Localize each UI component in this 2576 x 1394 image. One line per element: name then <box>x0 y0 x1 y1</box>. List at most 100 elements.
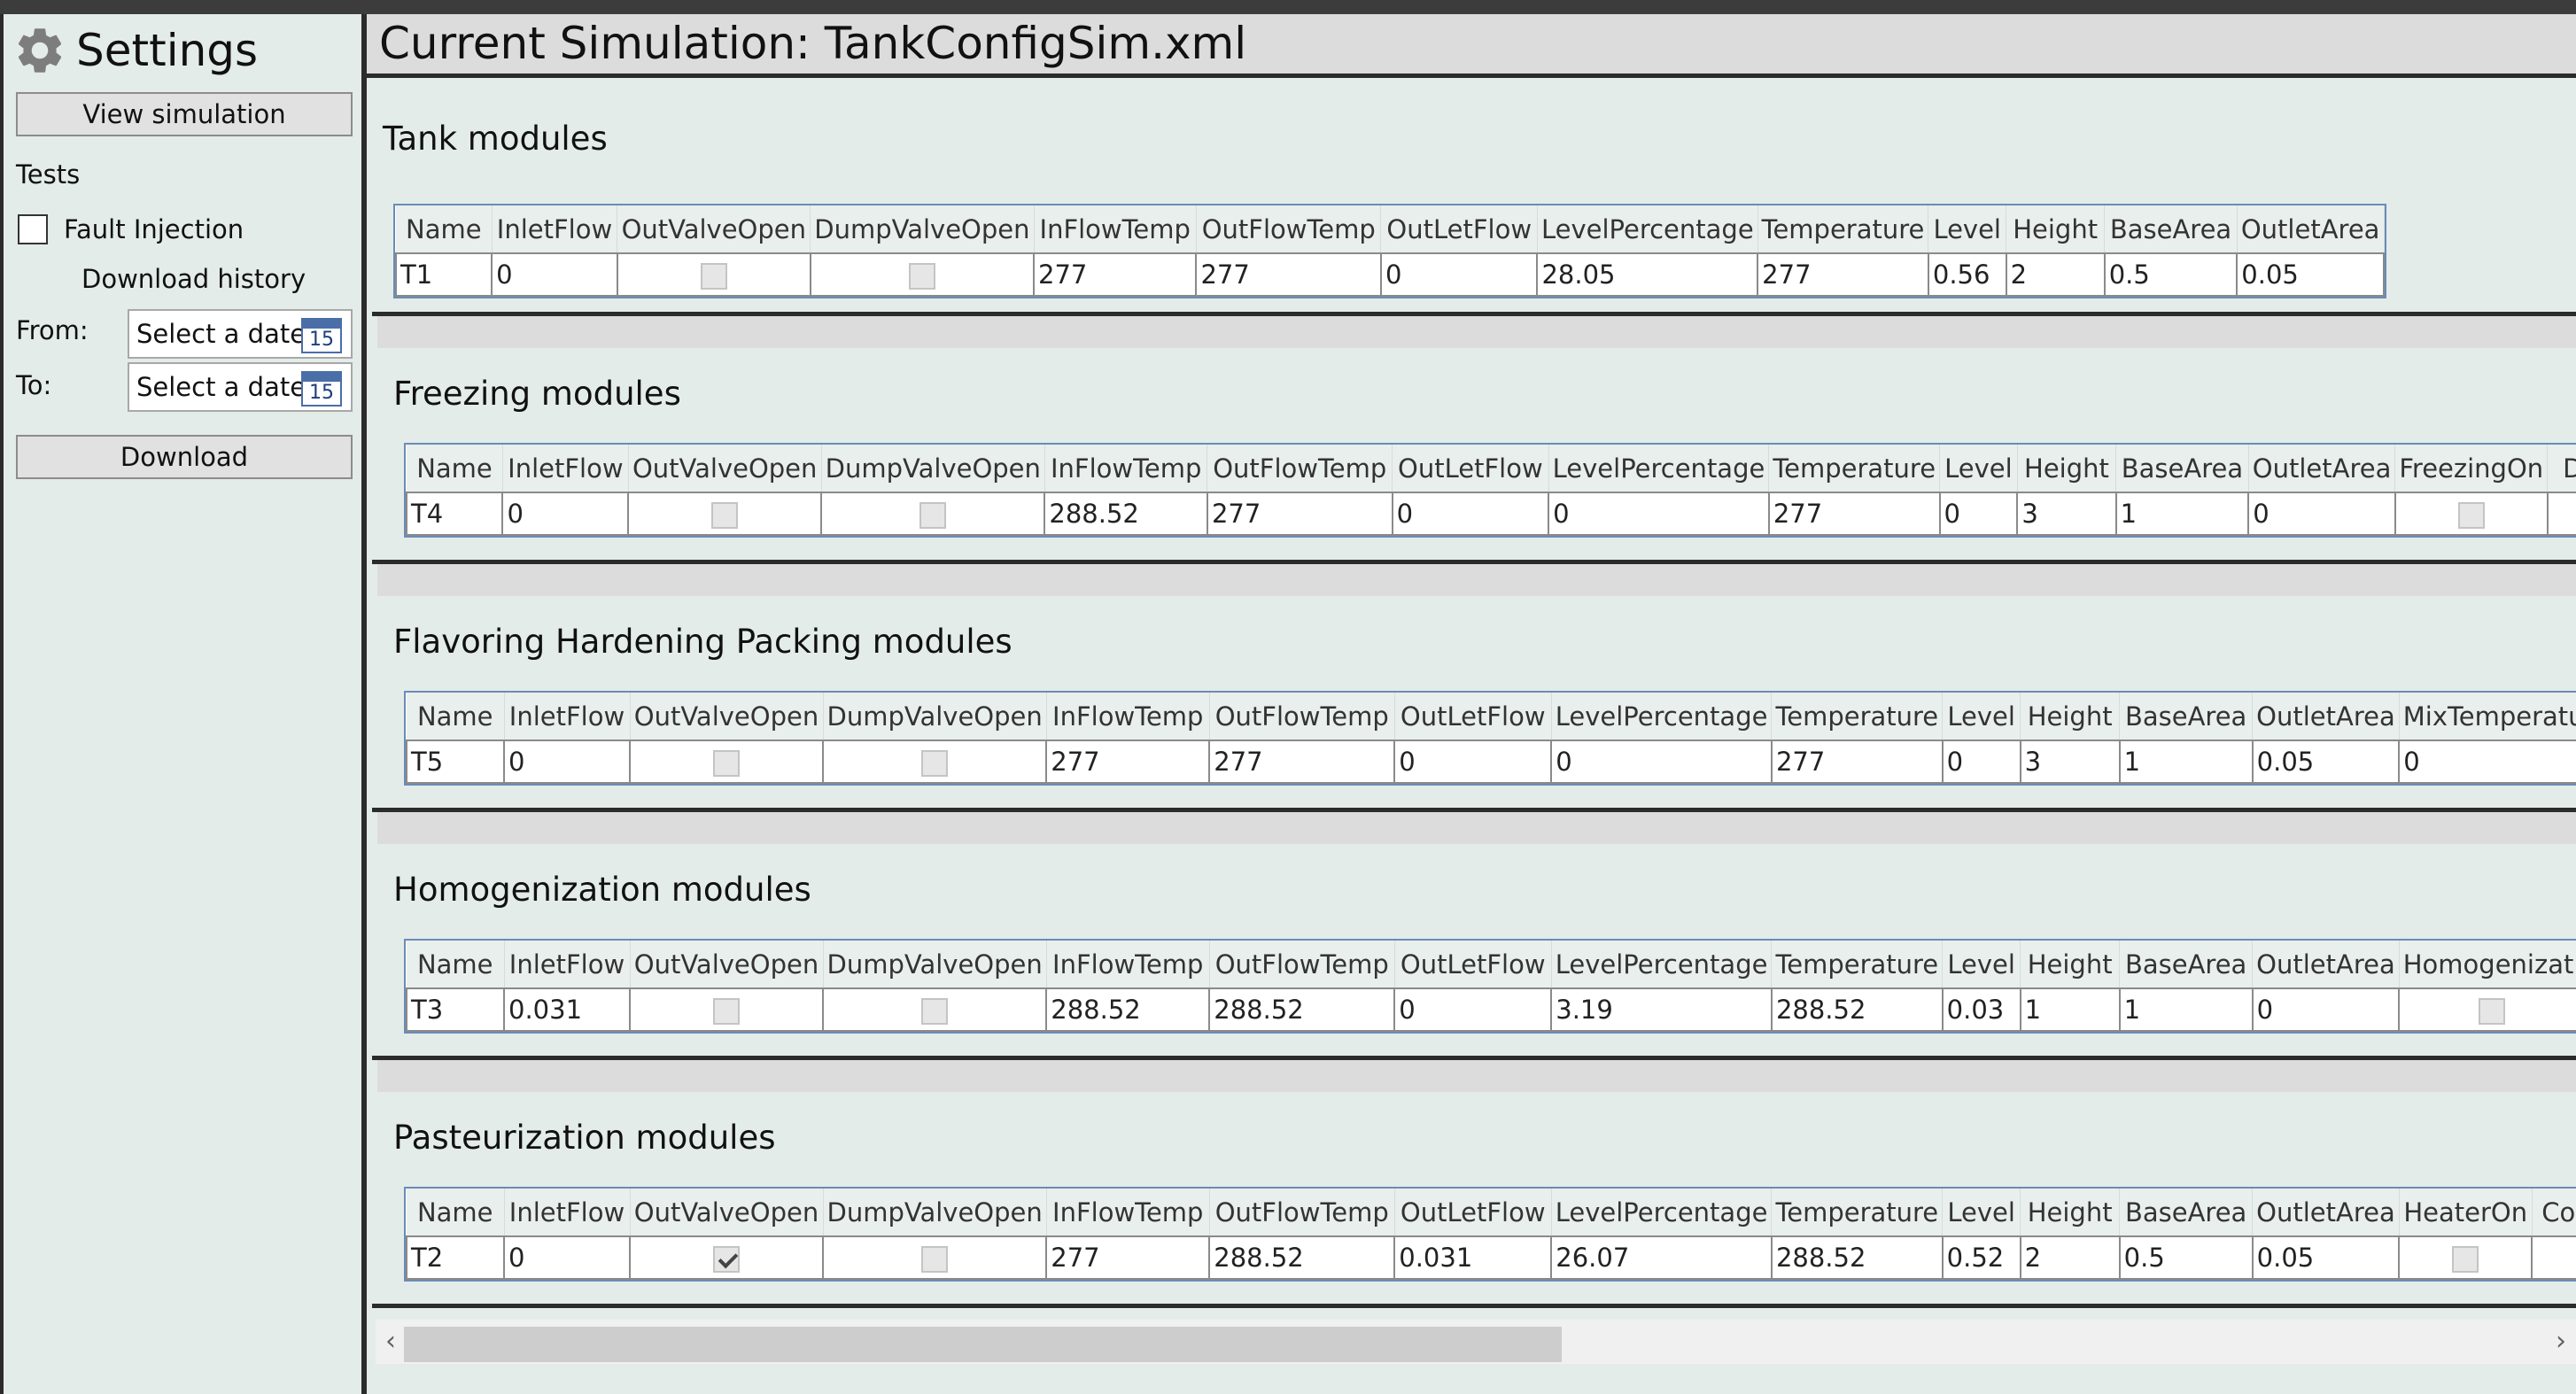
column-header[interactable]: OutLetFlow <box>1394 693 1552 740</box>
column-header[interactable]: OutletArea <box>2252 941 2400 988</box>
table-cell[interactable] <box>821 740 1048 784</box>
column-header[interactable]: OutValveOpen <box>630 693 824 740</box>
table-cell[interactable] <box>627 492 823 536</box>
table-row[interactable]: T2 0 277 288.52 0.031 26.07 288.52 0.52 2 0.5 0.05 <box>406 1235 2576 1280</box>
fault-injection-checkbox[interactable] <box>18 214 48 244</box>
column-header[interactable]: LevelPercentage <box>1548 445 1770 492</box>
column-header[interactable]: FreezingOn <box>2394 445 2549 492</box>
cell-checkbox[interactable] <box>921 998 949 1025</box>
column-header[interactable]: Level <box>1928 205 2007 253</box>
column-header[interactable]: LevelPercentage <box>1551 1189 1773 1236</box>
to-date-text[interactable]: Select a date <box>136 372 306 402</box>
flavoring-modules-grid[interactable]: Name InletFlow OutValveOpen DumpValveOpen In… <box>404 691 2576 786</box>
table-cell[interactable]: 3.19 <box>1550 987 1773 1032</box>
table-cell[interactable] <box>2398 987 2576 1032</box>
table-cell[interactable] <box>2398 1235 2533 1280</box>
column-header[interactable]: DumpValveOpen <box>823 941 1047 988</box>
column-header[interactable]: OutLetFlow <box>1380 205 1538 253</box>
column-header[interactable]: InletFlow <box>504 693 631 740</box>
column-header[interactable]: LevelPercentage <box>1551 693 1773 740</box>
table-cell[interactable]: 0.03 <box>1941 987 2021 1032</box>
table-cell[interactable]: 277 <box>1045 1235 1211 1280</box>
column-header[interactable]: Temperature <box>1771 941 1944 988</box>
column-header[interactable]: InFlowTemp <box>1046 693 1210 740</box>
column-header[interactable]: OutLetFlow <box>1392 445 1549 492</box>
column-header[interactable]: LevelPercentage <box>1551 941 1773 988</box>
column-header[interactable]: InletFlow <box>504 1189 631 1236</box>
table-cell[interactable]: 3 <box>2019 740 2121 784</box>
table-cell[interactable]: 0 <box>1548 492 1770 536</box>
table-cell[interactable]: 277 <box>1767 492 1941 536</box>
tank-modules-grid[interactable]: Name InletFlow OutValveOpen DumpValveOpen In… <box>393 204 2386 298</box>
column-header[interactable]: OutletArea <box>2252 693 2400 740</box>
column-header[interactable]: OutValveOpen <box>630 1189 824 1236</box>
column-header[interactable]: Level <box>1942 941 2021 988</box>
cell-checkbox[interactable] <box>713 1246 740 1273</box>
table-cell[interactable]: 288.52 <box>1770 1235 1944 1280</box>
table-cell[interactable] <box>820 492 1046 536</box>
column-header[interactable]: Height <box>2020 693 2121 740</box>
table-cell[interactable]: 0 <box>503 1235 631 1280</box>
table-cell[interactable]: 0 <box>491 252 618 297</box>
column-header[interactable]: InletFlow <box>504 941 631 988</box>
column-header[interactable]: InletFlow <box>492 205 618 253</box>
column-header[interactable]: Name <box>396 205 493 253</box>
freezing-modules-grid[interactable]: Name InletFlow OutValveOpen DumpValveOpen In… <box>404 443 2576 538</box>
to-date-picker[interactable]: Select a date 15 <box>128 362 353 412</box>
column-header[interactable]: Name <box>407 445 503 492</box>
column-header[interactable]: Temperature <box>1771 693 1944 740</box>
column-header[interactable]: BaseArea <box>2115 445 2249 492</box>
table-cell[interactable] <box>629 1235 824 1280</box>
table-cell[interactable]: 0.031 <box>1393 1235 1553 1280</box>
cell-checkbox[interactable] <box>713 998 740 1025</box>
table-cell[interactable]: 288.52 <box>1208 987 1396 1032</box>
table-cell[interactable]: 277 <box>1045 740 1211 784</box>
table-cell[interactable]: 0 <box>1550 740 1773 784</box>
table-cell[interactable]: 277 <box>1757 252 1929 297</box>
column-header[interactable]: InFlowTemp <box>1046 1189 1210 1236</box>
table-cell[interactable]: 0.5 <box>2118 1235 2254 1280</box>
column-header[interactable]: HeaterOn <box>2399 1189 2533 1236</box>
column-header[interactable]: InFlowTemp <box>1034 205 1197 253</box>
table-cell[interactable]: 0 <box>1393 740 1553 784</box>
cell-checkbox[interactable] <box>908 263 935 290</box>
column-header[interactable]: OutFlowTemp <box>1209 941 1395 988</box>
column-header[interactable]: InFlowTemp <box>1046 941 1210 988</box>
column-header[interactable]: LevelPercentage <box>1537 205 1758 253</box>
column-header[interactable]: OutletArea <box>2237 205 2385 253</box>
table-cell[interactable]: 277 <box>1208 740 1396 784</box>
table-cell[interactable]: 0.56 <box>1927 252 2007 297</box>
scroll-left-icon[interactable]: ‹ <box>377 1320 404 1364</box>
cell-checkbox[interactable] <box>2479 998 2506 1025</box>
table-cell[interactable]: 2 <box>2019 1235 2121 1280</box>
table-cell[interactable]: 0 <box>1393 987 1553 1032</box>
column-header[interactable]: DumpValveOpen <box>810 205 1035 253</box>
view-simulation-button[interactable]: View simulation <box>16 92 353 136</box>
column-header[interactable]: OutFlowTemp <box>1209 693 1395 740</box>
cell-checkbox[interactable] <box>711 502 739 529</box>
column-header[interactable]: InFlowTemp <box>1044 445 1208 492</box>
column-header[interactable]: BaseArea <box>2119 693 2254 740</box>
column-header[interactable]: BaseArea <box>2119 941 2254 988</box>
column-header[interactable]: BaseArea <box>2104 205 2238 253</box>
table-cell[interactable]: 277 <box>1032 252 1198 297</box>
table-cell[interactable]: T5 <box>406 740 505 784</box>
table-cell[interactable]: 0 <box>503 740 631 784</box>
column-header[interactable]: OutLetFlow <box>1394 941 1552 988</box>
pasteurization-modules-grid[interactable]: Name InletFlow OutValveOpen DumpValveOpen In… <box>404 1187 2576 1282</box>
table-cell[interactable]: 0 <box>2247 492 2396 536</box>
table-cell[interactable]: 28.05 <box>1536 252 1759 297</box>
table-cell[interactable]: 0 <box>2251 987 2401 1032</box>
column-header[interactable]: Height <box>2020 1189 2121 1236</box>
table-cell[interactable]: 1 <box>2118 740 2254 784</box>
column-header[interactable]: Co <box>2532 1189 2576 1236</box>
table-cell[interactable]: 288.52 <box>1770 987 1944 1032</box>
cell-checkbox[interactable] <box>2457 502 2485 529</box>
table-cell[interactable] <box>629 740 824 784</box>
table-cell[interactable]: 0 <box>1938 492 2019 536</box>
table-cell[interactable]: T2 <box>406 1235 505 1280</box>
column-header[interactable]: OutValveOpen <box>617 205 811 253</box>
column-header[interactable]: Name <box>407 693 505 740</box>
table-cell[interactable]: 26.07 <box>1550 1235 1773 1280</box>
calendar-icon[interactable]: 15 <box>301 371 342 407</box>
